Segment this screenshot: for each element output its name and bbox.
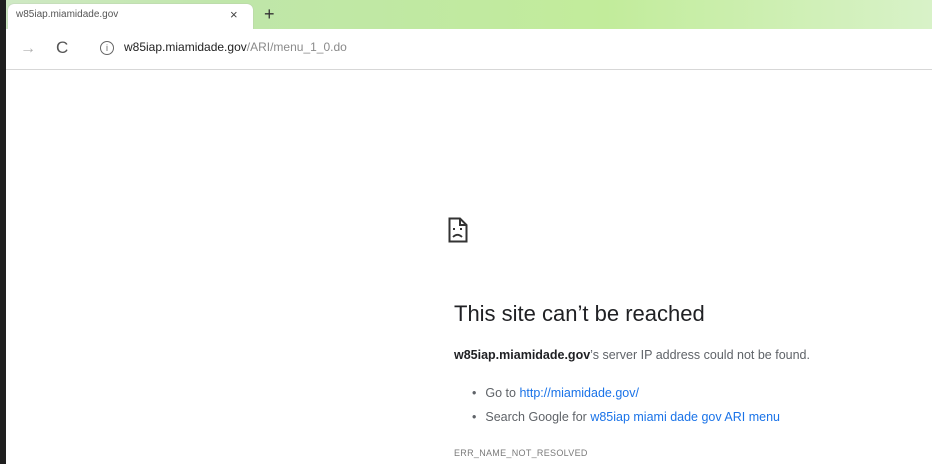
tab-strip: w85iap.miamidade.gov × +	[6, 0, 932, 29]
suggestion-list: Go to http://miamidade.gov/ Search Googl…	[472, 386, 780, 434]
address-bar[interactable]: i w85iap.miamidade.gov/ARI/menu_1_0.do	[100, 40, 880, 60]
suggestion-prefix: Search Google for	[485, 410, 591, 424]
error-detail-suffix: ’s server IP address could not be found.	[590, 348, 810, 362]
tab-close-icon[interactable]: ×	[230, 7, 238, 22]
suggestion-prefix: Go to	[485, 386, 520, 400]
error-headline: This site can’t be reached	[454, 301, 705, 326]
tab-title: w85iap.miamidade.gov	[16, 9, 119, 20]
error-code: ERR_NAME_NOT_RESOLVED	[454, 448, 588, 458]
suggestion-go-to: Go to http://miamidade.gov/	[472, 386, 780, 410]
browser-tab[interactable]: w85iap.miamidade.gov ×	[8, 4, 253, 29]
search-google-link[interactable]: w85iap miami dade gov ARI menu	[590, 410, 780, 424]
error-host: w85iap.miamidade.gov	[454, 348, 591, 362]
error-detail: w85iap.miamidade.gov’s server IP address…	[454, 348, 810, 362]
reload-icon[interactable]: C	[56, 38, 68, 58]
url-text: w85iap.miamidade.gov/ARI/menu_1_0.do	[124, 40, 347, 54]
url-path: /ARI/menu_1_0.do	[246, 40, 347, 54]
page-content: This site can’t be reached w85iap.miamid…	[6, 70, 932, 464]
url-host: w85iap.miamidade.gov	[124, 40, 247, 54]
site-info-icon[interactable]: i	[100, 41, 114, 55]
browser-toolbar: → C i w85iap.miamidade.gov/ARI/menu_1_0.…	[6, 29, 932, 70]
go-to-link[interactable]: http://miamidade.gov/	[519, 386, 639, 400]
suggestion-search: Search Google for w85iap miami dade gov …	[472, 410, 780, 434]
sad-page-icon	[448, 217, 468, 243]
new-tab-button[interactable]: +	[264, 4, 275, 25]
forward-icon[interactable]: →	[20, 40, 36, 58]
